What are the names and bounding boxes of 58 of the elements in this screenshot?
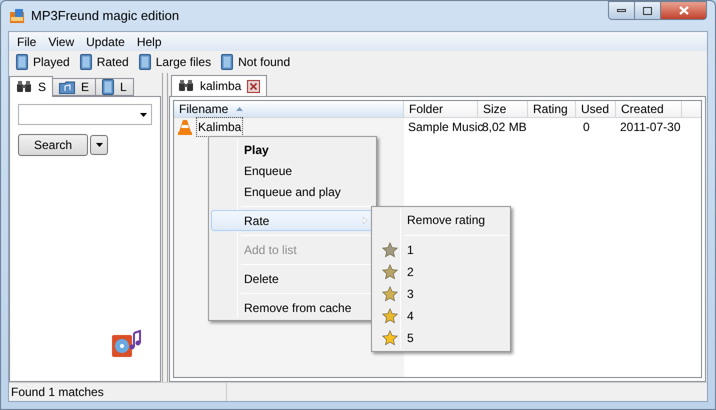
menu-item[interactable]: Enqueue and play bbox=[211, 181, 374, 202]
column-header[interactable]: Rating bbox=[528, 101, 576, 118]
dropdown-arrow-icon bbox=[140, 112, 147, 116]
menu-item[interactable]: 2 bbox=[374, 261, 508, 283]
binoculars-icon bbox=[178, 80, 194, 92]
book-icon bbox=[138, 54, 151, 70]
column-header[interactable]: Folder bbox=[404, 101, 478, 118]
dropdown-arrow-icon bbox=[96, 143, 102, 147]
filter-button[interactable]: Large files bbox=[138, 52, 212, 72]
submenu-arrow-icon bbox=[363, 217, 367, 224]
column-header[interactable]: Filename bbox=[174, 101, 404, 118]
menu-item[interactable]: Update bbox=[80, 32, 131, 50]
menu-item[interactable]: Delete bbox=[211, 268, 374, 289]
book-icon bbox=[221, 54, 234, 70]
filter-button[interactable]: Not found bbox=[220, 52, 292, 72]
minimize-button[interactable] bbox=[608, 1, 635, 20]
menu-item[interactable]: 4 bbox=[374, 305, 508, 327]
maximize-button[interactable] bbox=[635, 1, 661, 20]
close-button[interactable] bbox=[661, 1, 707, 20]
search-button[interactable]: Search bbox=[18, 134, 88, 156]
menu-item[interactable]: Help bbox=[130, 32, 168, 50]
column-header[interactable]: Created bbox=[616, 101, 682, 118]
filter-button[interactable]: Played bbox=[15, 52, 71, 72]
results-tab[interactable]: kalimba bbox=[171, 75, 268, 96]
menu-item[interactable]: 1 bbox=[374, 239, 508, 261]
traffic-cone-icon bbox=[178, 118, 192, 134]
panel-tab[interactable]: L bbox=[95, 78, 134, 96]
menu-item[interactable]: Play bbox=[211, 139, 374, 160]
menu-item[interactable]: View bbox=[42, 32, 80, 50]
menu-item[interactable]: File bbox=[11, 32, 42, 50]
table-cell-text: 8,02 MB bbox=[482, 118, 527, 136]
menu-item[interactable]: 5 bbox=[374, 327, 508, 349]
table-cell-text: Sample Music bbox=[408, 118, 484, 136]
status-text: Found 1 matches bbox=[11, 384, 104, 401]
book-icon bbox=[16, 54, 28, 70]
book-icon bbox=[102, 79, 114, 95]
music-folder-icon bbox=[59, 80, 76, 94]
app-icon bbox=[9, 8, 25, 24]
tab-label: kalimba bbox=[200, 78, 242, 95]
panel-tab[interactable]: E bbox=[52, 78, 96, 96]
book-icon bbox=[80, 54, 92, 70]
menu-item[interactable]: Remove rating bbox=[374, 209, 508, 231]
close-tab-icon[interactable] bbox=[247, 80, 260, 92]
menu-item[interactable]: Enqueue bbox=[211, 160, 374, 181]
panel-tab[interactable]: S bbox=[9, 76, 54, 97]
options-dropdown-button[interactable] bbox=[90, 135, 108, 155]
table-cell-text: 2011-07-30 bbox=[620, 118, 680, 136]
close-icon bbox=[678, 6, 688, 15]
menu-item[interactable]: Remove from cache bbox=[211, 297, 374, 318]
binoculars-icon bbox=[16, 81, 32, 93]
menu-item[interactable]: 3 bbox=[374, 283, 508, 305]
column-header[interactable]: Size bbox=[478, 101, 528, 118]
window-title: MP3Freund magic edition bbox=[31, 7, 180, 26]
sort-ascending-icon bbox=[236, 107, 244, 111]
filter-button[interactable]: Rated bbox=[78, 52, 130, 72]
table-cell-text: 0 bbox=[582, 118, 590, 136]
menu-item[interactable]: Rate bbox=[211, 210, 374, 231]
column-header[interactable]: Used bbox=[576, 101, 616, 118]
